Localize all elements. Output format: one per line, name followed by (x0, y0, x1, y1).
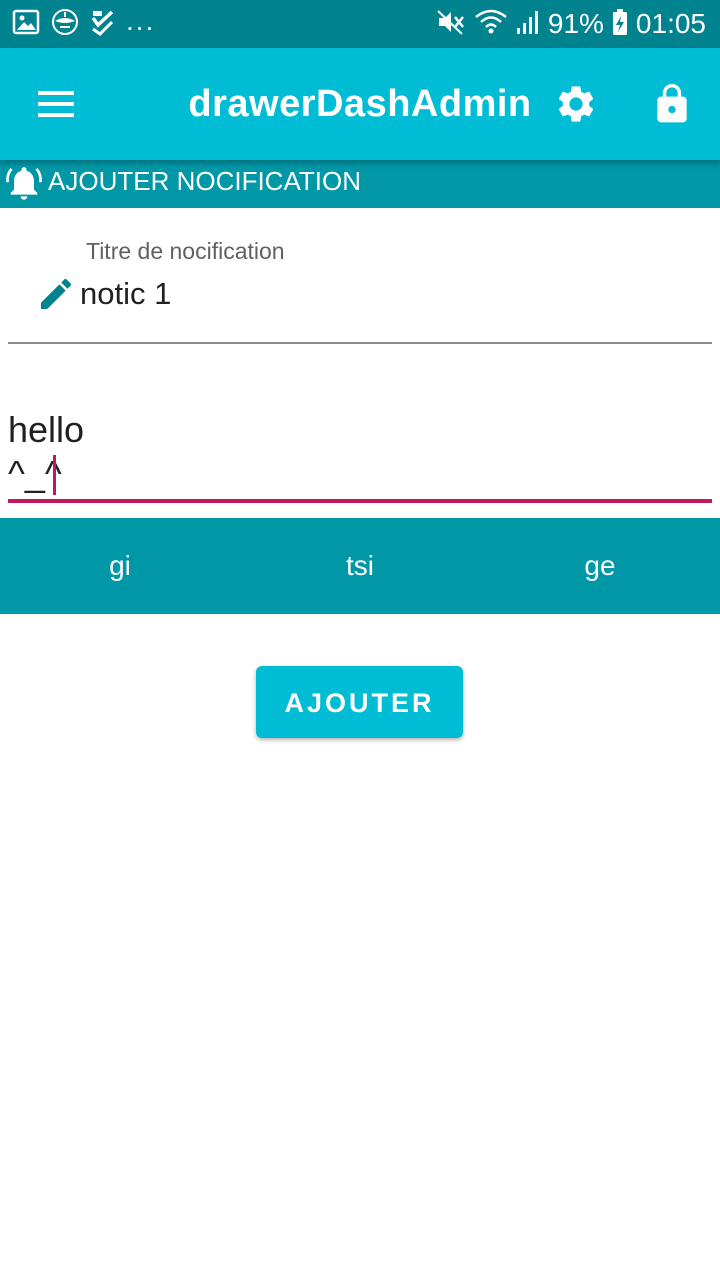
category-tabs: gi tsi ge (0, 518, 720, 614)
status-bar: ... 91% 01:05 (0, 0, 720, 48)
lock-icon (657, 83, 687, 123)
settings-button[interactable] (548, 76, 604, 132)
bell-icon (6, 167, 42, 200)
notification-title-input[interactable] (80, 276, 680, 312)
menu-icon (38, 91, 74, 117)
app-logo-icon (50, 7, 80, 42)
wifi-icon (474, 8, 508, 41)
tab-gi[interactable]: gi (0, 518, 240, 614)
notification-title-underline (8, 342, 712, 344)
pencil-icon (41, 278, 72, 309)
notification-title-field: Titre de nocification (0, 208, 720, 348)
notification-title-label: Titre de nocification (86, 238, 285, 264)
add-button[interactable]: AJOUTER (256, 666, 463, 738)
tab-tsi[interactable]: tsi (240, 518, 480, 614)
gear-icon (558, 86, 594, 122)
status-bar-system: 91% 01:05 (436, 8, 706, 40)
app-title: drawerDashAdmin (188, 83, 532, 125)
checklist-icon (90, 8, 116, 41)
section-title: AJOUTER NOCIFICATION (48, 166, 361, 196)
text-cursor (53, 455, 56, 495)
gallery-icon (12, 8, 40, 41)
signal-icon (516, 8, 540, 41)
more-notifications-indicator: ... (126, 5, 156, 36)
clock: 01:05 (635, 8, 706, 39)
notification-message-underline (8, 499, 712, 503)
app-bar: drawerDashAdmin (0, 48, 720, 160)
menu-button[interactable] (24, 76, 88, 132)
section-header: AJOUTER NOCIFICATION (0, 160, 720, 208)
status-bar-notifications: ... (12, 5, 156, 42)
mute-icon (436, 8, 466, 41)
lock-button[interactable] (644, 76, 700, 132)
battery-charging-icon (612, 8, 628, 41)
message-line-1: hello (8, 409, 85, 450)
notification-message-field[interactable]: hello ^_^ (0, 400, 720, 510)
tab-ge[interactable]: ge (480, 518, 720, 614)
battery-percent: 91% (547, 8, 604, 39)
